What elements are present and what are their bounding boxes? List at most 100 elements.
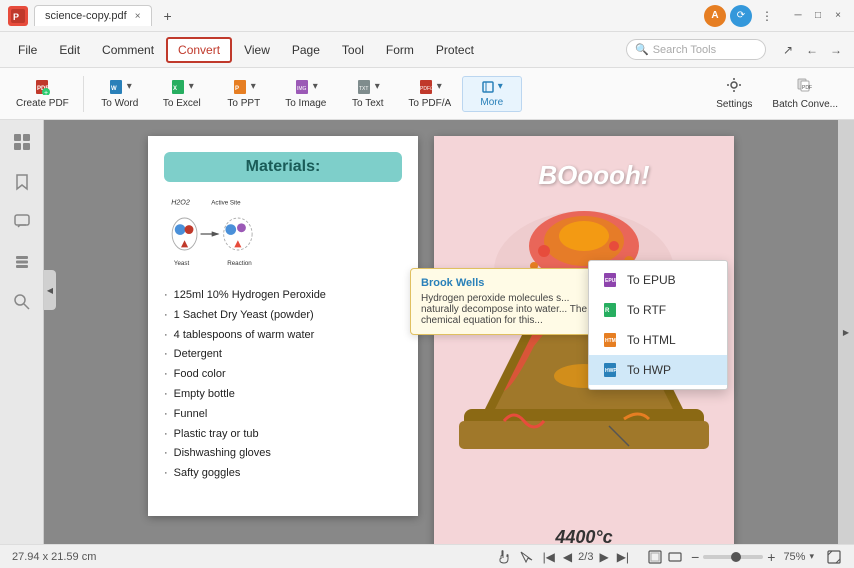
next-page-button[interactable]: ▶ xyxy=(597,550,610,564)
toolbar-right: Settings PDF Batch Conve... xyxy=(708,74,846,113)
brook-tooltip: Brook Wells Hydrogen peroxide molecules … xyxy=(410,268,610,335)
settings-button[interactable]: Settings xyxy=(708,74,760,113)
to-hwp-item[interactable]: HWP To HWP xyxy=(589,355,727,385)
html-icon: HTML xyxy=(601,331,619,349)
menu-page[interactable]: Page xyxy=(282,39,330,61)
sidebar-bookmark-icon[interactable] xyxy=(8,168,36,196)
fit-width-icon[interactable] xyxy=(667,549,683,565)
zoom-dropdown-icon[interactable]: ▾ xyxy=(809,551,814,562)
first-page-button[interactable]: |◀ xyxy=(541,550,557,564)
material-4: Detergent xyxy=(174,345,222,365)
sidebar-search-icon[interactable] xyxy=(8,288,36,316)
rtf-label: To RTF xyxy=(627,303,666,317)
sidebar-layers-icon[interactable] xyxy=(8,248,36,276)
zoom-control: − + 75% ▾ xyxy=(691,549,814,565)
menu-form[interactable]: Form xyxy=(376,39,424,61)
brook-text: Hydrogen peroxide molecules s... natural… xyxy=(421,293,599,326)
to-html-item[interactable]: HTML To HTML xyxy=(589,325,727,355)
hand-tool-icon[interactable] xyxy=(499,550,513,564)
sidebar-comment-icon[interactable] xyxy=(8,208,36,236)
external-link-icon[interactable]: ↗ xyxy=(778,40,798,60)
svg-text:Reaction: Reaction xyxy=(227,260,252,267)
material-7: Funnel xyxy=(174,405,208,425)
zoom-level: 75% xyxy=(783,551,805,563)
settings-icon xyxy=(726,77,742,96)
to-image-label: To Image xyxy=(285,98,326,109)
to-pdfa-button[interactable]: PDF/A ▾ To PDF/A xyxy=(400,76,460,112)
sync-icon[interactable]: ⟳ xyxy=(730,5,752,27)
menu-file[interactable]: File xyxy=(8,39,47,61)
menu-right: 🔍 Search Tools ↗ ← → xyxy=(626,39,846,60)
material-9: Dishwashing gloves xyxy=(174,444,271,464)
to-excel-icon: X ▾ xyxy=(170,79,194,95)
left-collapse-button[interactable]: ◀ xyxy=(44,270,56,310)
page-navigation: |◀ ◀ 2/3 ▶ ▶| xyxy=(541,550,632,564)
fit-page-icon[interactable] xyxy=(647,549,663,565)
app-icon: P xyxy=(8,6,28,26)
diagram-area: H2O2 Active Site Yeast Reaction xyxy=(164,194,402,274)
to-image-button[interactable]: IMG ▾ To Image xyxy=(276,76,336,112)
toolbar: PDF + Create PDF W ▾ To Word X ▾ To Exce… xyxy=(0,68,854,120)
epub-icon: EPUB xyxy=(601,271,619,289)
create-pdf-label: Create PDF xyxy=(16,98,69,109)
right-collapse-button[interactable]: ▶ xyxy=(838,120,854,544)
to-word-button[interactable]: W ▾ To Word xyxy=(90,76,150,112)
search-tools-input[interactable]: 🔍 Search Tools xyxy=(626,39,766,60)
menu-convert[interactable]: Convert xyxy=(166,37,232,63)
materials-list: ·125ml 10% Hydrogen Peroxide ·1 Sachet D… xyxy=(164,286,402,484)
to-text-label: To Text xyxy=(352,98,384,109)
more-button[interactable]: ▾ More xyxy=(462,76,522,112)
material-5: Food color xyxy=(174,365,226,385)
current-page: 2/3 xyxy=(578,551,593,563)
to-image-icon: IMG ▾ xyxy=(294,79,318,95)
left-sidebar xyxy=(0,120,44,544)
batch-convert-button[interactable]: PDF Batch Conve... xyxy=(764,74,846,113)
maximize-button[interactable]: □ xyxy=(810,8,826,24)
dimensions-text: 27.94 x 21.59 cm xyxy=(12,551,96,563)
to-text-button[interactable]: TXT ▾ To Text xyxy=(338,76,398,112)
minimize-button[interactable]: ─ xyxy=(790,8,806,24)
select-tool-icon[interactable] xyxy=(519,550,533,564)
right-collapse-icon: ▶ xyxy=(843,328,849,337)
hwp-label: To HWP xyxy=(627,363,671,377)
prev-page-button[interactable]: ◀ xyxy=(561,550,574,564)
zoom-out-button[interactable]: − xyxy=(691,549,699,565)
material-8: Plastic tray or tub xyxy=(174,425,259,445)
fullscreen-icon[interactable] xyxy=(826,549,842,565)
zoom-handle[interactable] xyxy=(731,552,741,562)
view-controls xyxy=(647,549,683,565)
svg-text:X: X xyxy=(173,86,177,92)
batch-convert-icon: PDF xyxy=(797,77,813,96)
to-ppt-label: To PPT xyxy=(227,98,260,109)
svg-text:TXT: TXT xyxy=(359,86,368,92)
menu-edit[interactable]: Edit xyxy=(49,39,90,61)
menu-view[interactable]: View xyxy=(234,39,280,61)
create-pdf-button[interactable]: PDF + Create PDF xyxy=(8,76,77,112)
to-ppt-icon: P ▾ xyxy=(232,79,256,95)
svg-text:W: W xyxy=(111,86,117,92)
menu-protect[interactable]: Protect xyxy=(426,39,484,61)
user-avatar[interactable]: A xyxy=(704,5,726,27)
new-tab-button[interactable]: + xyxy=(158,6,178,26)
material-3: 4 tablespoons of warm water xyxy=(174,326,315,346)
bottom-tools xyxy=(499,550,533,564)
to-epub-item[interactable]: EPUB To EPUB xyxy=(589,265,727,295)
to-ppt-button[interactable]: P ▾ To PPT xyxy=(214,76,274,112)
menu-tool[interactable]: Tool xyxy=(332,39,374,61)
more-options-icon[interactable]: ⋮ xyxy=(756,5,778,27)
svg-text:EPUB: EPUB xyxy=(605,278,618,284)
zoom-slider[interactable] xyxy=(703,555,763,559)
menu-comment[interactable]: Comment xyxy=(92,39,164,61)
tab-close-icon[interactable]: × xyxy=(135,11,141,22)
back-icon[interactable]: ← xyxy=(802,40,822,60)
to-rtf-item[interactable]: R To RTF xyxy=(589,295,727,325)
svg-text:P: P xyxy=(235,86,239,92)
zoom-in-button[interactable]: + xyxy=(767,549,775,565)
to-excel-button[interactable]: X ▾ To Excel xyxy=(152,76,212,112)
close-button[interactable]: × xyxy=(830,8,846,24)
search-placeholder: Search Tools xyxy=(653,44,716,56)
sidebar-grid-icon[interactable] xyxy=(8,128,36,156)
document-tab[interactable]: science-copy.pdf × xyxy=(34,5,152,26)
last-page-button[interactable]: ▶| xyxy=(615,550,631,564)
forward-icon[interactable]: → xyxy=(826,40,846,60)
